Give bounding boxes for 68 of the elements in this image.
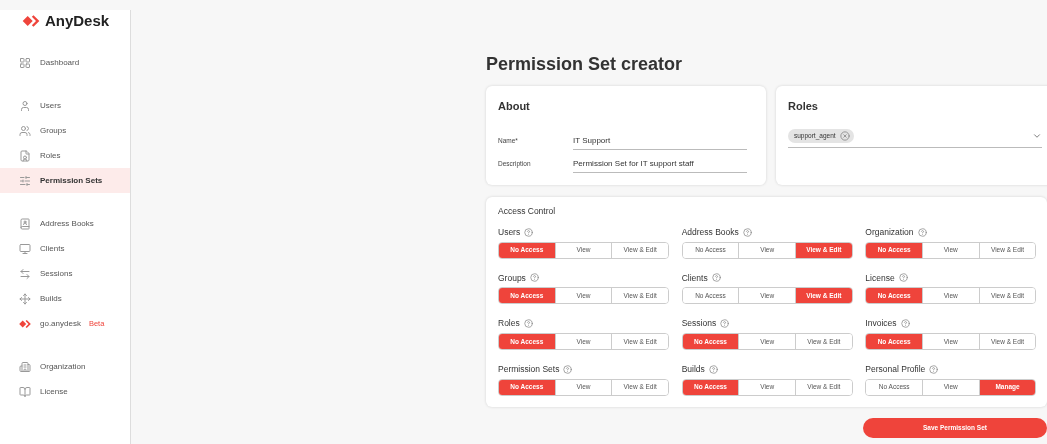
sidebar-label: Sessions	[40, 267, 73, 280]
permission-label: Roles	[498, 317, 520, 330]
sidebar-item[interactable]: Roles	[0, 143, 130, 168]
text-field[interactable]: IT Support	[573, 132, 747, 150]
permission-label: Organization	[865, 225, 914, 239]
users-icon	[19, 124, 31, 137]
sidebar-label: Clients	[40, 242, 65, 255]
help-icon[interactable]	[898, 273, 908, 283]
monitor-icon	[19, 242, 31, 255]
help-icon[interactable]	[929, 364, 939, 374]
logo-icon	[18, 317, 32, 330]
sidebar-label: License	[40, 385, 68, 398]
help-icon[interactable]	[529, 273, 539, 283]
permission-label: Groups	[498, 271, 526, 285]
permission-label: Personal Profile	[865, 363, 926, 376]
sidebar-item[interactable]: Groups	[0, 118, 130, 143]
sidebar-item[interactable]: Clients	[0, 236, 130, 261]
book-icon	[19, 385, 31, 398]
sidebar-item[interactable]: Organization	[0, 354, 130, 379]
permission-label: Permission Sets	[498, 363, 560, 376]
permission-label: License	[865, 271, 895, 285]
arrows-icon	[19, 267, 31, 280]
sliders-icon	[19, 174, 31, 187]
permission-label: Users	[498, 225, 521, 239]
help-icon[interactable]	[917, 227, 927, 237]
permission-label: Clients	[681, 271, 708, 285]
sidebar-item[interactable]: Users	[0, 93, 130, 118]
logo-icon	[20, 13, 41, 29]
help-icon[interactable]	[900, 319, 910, 329]
sidebar-label: Permission Sets	[40, 174, 103, 187]
help-icon[interactable]	[524, 227, 534, 237]
sidebar-label: Groups	[40, 124, 67, 137]
sidebar-item[interactable]: Sessions	[0, 261, 130, 286]
sidebar-item[interactable]: License	[0, 379, 130, 404]
sidebar-label: Builds	[40, 292, 62, 305]
sidebar-label: go.anydesk	[40, 317, 81, 330]
permission-label: Sessions	[681, 317, 717, 330]
sidebar-label: Dashboard	[40, 56, 80, 69]
building-icon	[19, 360, 31, 373]
permission-label: Builds	[681, 363, 705, 376]
sidebar-label: Users	[40, 99, 61, 112]
card-title: About	[498, 99, 531, 114]
card-title: Roles	[788, 99, 819, 114]
logo-text: AnyDesk	[44, 10, 110, 31]
sidebar-item[interactable]: Builds	[0, 286, 130, 311]
text-field[interactable]: Permission Set for IT support staff	[573, 155, 747, 173]
page-title: Permission Set creator	[486, 53, 684, 76]
card-title: Access Control	[498, 205, 557, 218]
sidebar-item[interactable]: Dashboard	[0, 50, 130, 75]
help-icon[interactable]	[523, 319, 533, 329]
move-icon	[19, 292, 31, 305]
sidebar-label: Organization	[40, 360, 86, 373]
document-user-icon	[19, 149, 31, 162]
help-icon[interactable]	[711, 273, 721, 283]
permission-label: Address Books	[681, 225, 739, 239]
sidebar-label: Roles	[40, 149, 61, 162]
help-icon[interactable]	[563, 364, 573, 374]
help-icon[interactable]	[720, 319, 730, 329]
help-icon[interactable]	[708, 364, 718, 374]
sidebar-item[interactable]: Address Books	[0, 211, 130, 236]
address-book-icon	[19, 217, 31, 230]
user-icon	[19, 99, 31, 112]
sidebar-label: Address Books	[40, 217, 94, 230]
remove-icon[interactable]	[839, 130, 850, 141]
permission-label: Invoices	[865, 317, 897, 330]
help-icon[interactable]	[742, 227, 752, 237]
sidebar-item[interactable]: Permission Sets	[0, 168, 130, 193]
grid-icon	[19, 56, 31, 69]
